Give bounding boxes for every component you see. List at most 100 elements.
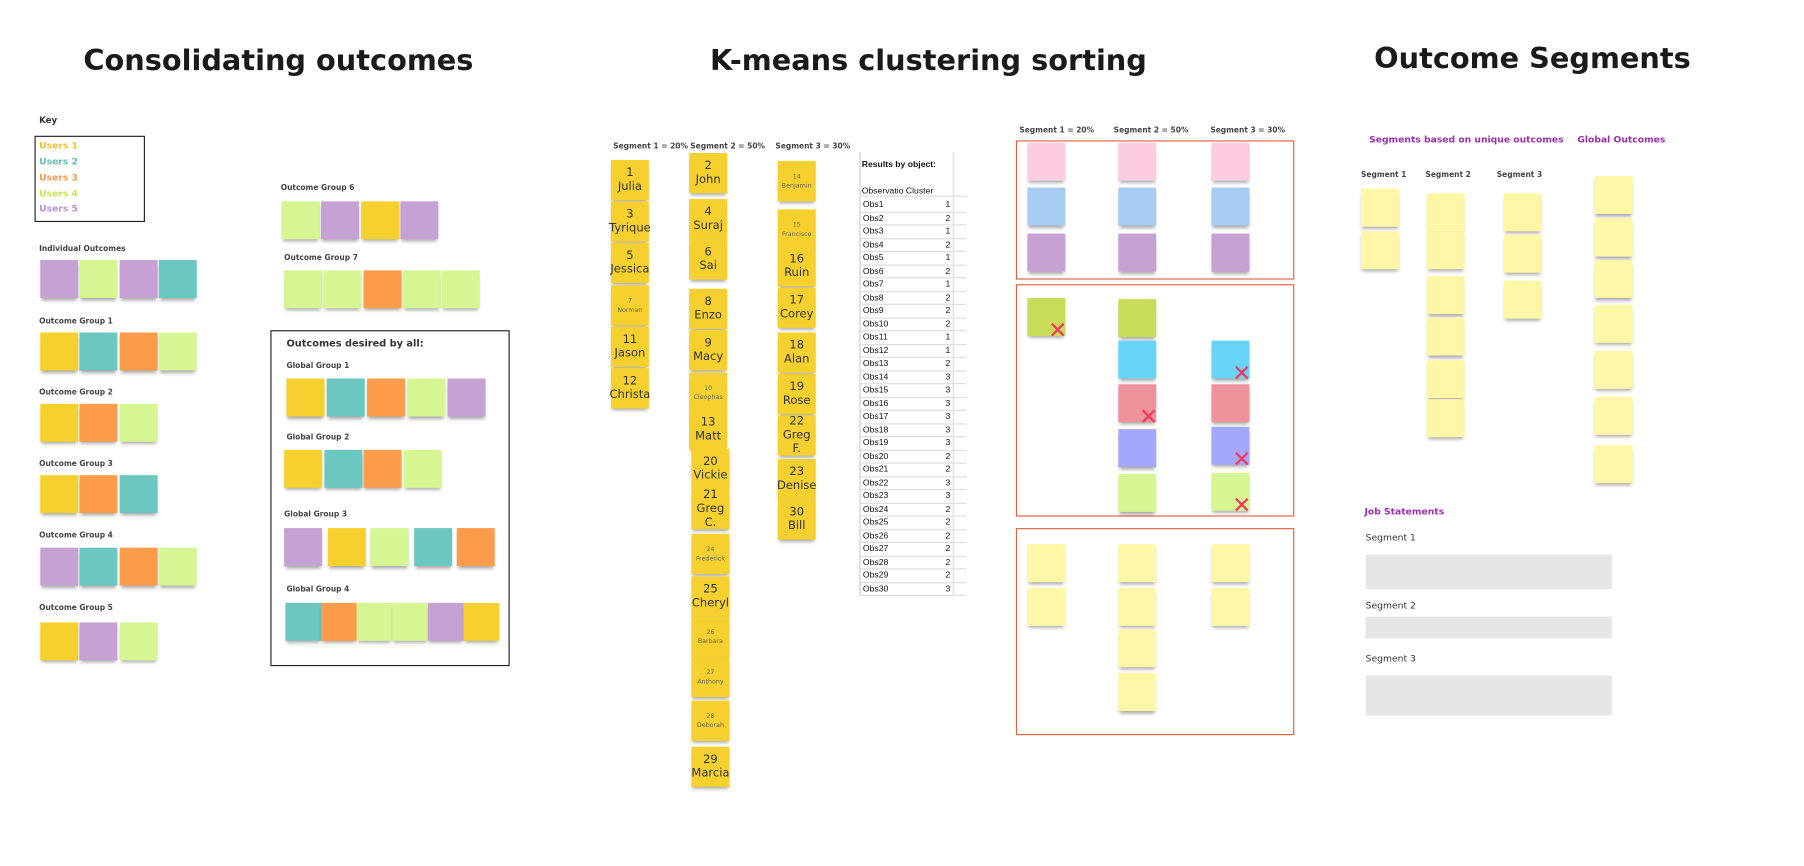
sticky-note-yellow[interactable] <box>463 602 500 641</box>
sticky-note-lime[interactable] <box>284 270 323 309</box>
sticky-note-pink[interactable] <box>1211 142 1250 181</box>
whiteboard-canvas[interactable]: Consolidating outcomes K-means clusterin… <box>0 0 1804 866</box>
person-sticky-denise[interactable]: 23 Denise <box>777 459 816 500</box>
sticky-note-orange[interactable] <box>79 475 118 514</box>
person-sticky-cleophas[interactable]: 10 Cleophas <box>689 372 728 414</box>
person-sticky-tyrique[interactable]: 3 Tyrique <box>609 201 651 242</box>
sticky-note-empty[interactable] <box>1426 317 1465 356</box>
global-outcome-sticky[interactable] <box>1594 176 1633 214</box>
person-sticky-corey[interactable]: 17 Corey <box>777 287 816 328</box>
person-sticky-julia[interactable]: 1 Julia <box>610 159 649 201</box>
sticky-note-yellow[interactable] <box>40 622 79 661</box>
person-sticky-deborah[interactable]: 28 Deborah <box>691 700 730 741</box>
sticky-note-blue[interactable] <box>1118 187 1157 226</box>
person-sticky-christa[interactable]: 12 Christa <box>609 368 650 409</box>
sticky-note-empty[interactable] <box>1361 231 1400 270</box>
sticky-note-yellow[interactable] <box>286 378 325 417</box>
person-sticky-macy[interactable]: 9 Macy <box>689 330 728 371</box>
sticky-note-lime[interactable] <box>392 602 428 641</box>
sticky-note-cyan[interactable] <box>1118 340 1157 379</box>
sticky-note-lime[interactable] <box>281 201 320 240</box>
sticky-note-empty[interactable] <box>1426 193 1465 232</box>
sticky-note-lime[interactable] <box>119 403 158 442</box>
global-outcome-sticky[interactable] <box>1594 260 1633 298</box>
sticky-note-periwinkle[interactable] <box>1118 429 1157 468</box>
job-statement-input[interactable] <box>1365 616 1612 639</box>
global-outcome-sticky[interactable] <box>1594 396 1633 435</box>
sticky-note-lime[interactable] <box>323 270 362 309</box>
sticky-note-orange[interactable] <box>363 270 402 309</box>
sticky-note-purple[interactable] <box>427 602 464 641</box>
sticky-note-teal[interactable] <box>285 602 321 641</box>
sticky-note-teal[interactable] <box>79 547 118 586</box>
person-sticky-barbara[interactable]: 26 Barbara <box>691 616 730 657</box>
sticky-note-lime[interactable] <box>119 622 158 661</box>
person-sticky-jason[interactable]: 11 Jason <box>610 326 649 368</box>
global-outcome-sticky[interactable] <box>1594 218 1633 257</box>
sticky-note-empty[interactable] <box>1361 188 1400 227</box>
sticky-note-yellow[interactable] <box>40 332 79 371</box>
sticky-note-purple[interactable] <box>400 201 439 240</box>
sticky-note-green[interactable] <box>1118 299 1157 338</box>
sticky-note-lightyellow[interactable] <box>1118 544 1157 583</box>
sticky-note-empty[interactable] <box>1426 360 1465 399</box>
person-sticky-gregc[interactable]: 21 Greg C. <box>691 488 730 530</box>
sticky-note-pink[interactable] <box>1118 142 1157 181</box>
person-sticky-matt[interactable]: 13 Matt <box>689 409 728 450</box>
sticky-note-orange[interactable] <box>367 378 405 417</box>
sticky-note-teal[interactable] <box>158 260 197 298</box>
sticky-note-purple[interactable] <box>40 260 79 298</box>
sticky-note-teal[interactable] <box>323 449 362 488</box>
sticky-note-lime[interactable] <box>79 260 118 298</box>
sticky-note-salmon[interactable] <box>1211 384 1250 423</box>
sticky-note-lime[interactable] <box>1118 474 1157 512</box>
sticky-note-purple[interactable] <box>447 378 486 417</box>
sticky-note-yellow[interactable] <box>40 475 79 514</box>
sticky-note-lime[interactable] <box>356 602 393 641</box>
sticky-note-lightyellow[interactable] <box>1211 587 1250 626</box>
sticky-note-orange[interactable] <box>119 547 158 586</box>
sticky-note-lime[interactable] <box>442 270 480 309</box>
sticky-note-orange[interactable] <box>363 449 402 488</box>
sticky-note-purple[interactable] <box>79 622 118 661</box>
sticky-note-yellow[interactable] <box>327 528 366 567</box>
sticky-note-lime[interactable] <box>407 378 446 417</box>
sticky-note-orange[interactable] <box>79 403 118 442</box>
sticky-note-orange[interactable] <box>119 332 158 371</box>
person-sticky-bill[interactable]: 30 Bill <box>777 499 816 540</box>
sticky-note-lightyellow[interactable] <box>1211 544 1250 583</box>
person-sticky-alan[interactable]: 18 Alan <box>777 332 816 373</box>
person-sticky-gregf[interactable]: 22 Greg F. <box>777 415 816 456</box>
sticky-note-empty[interactable] <box>1503 280 1542 319</box>
person-sticky-norman[interactable]: 7 Norman <box>610 285 649 326</box>
person-sticky-jessica[interactable]: 5 Jessica <box>610 242 649 284</box>
person-sticky-sai[interactable]: 6 Sai <box>689 239 728 280</box>
sticky-note-empty[interactable] <box>1426 231 1465 270</box>
person-sticky-benjamin[interactable]: 14 Benjamin <box>777 161 816 202</box>
person-sticky-enzo[interactable]: 8 Enzo <box>689 288 728 330</box>
person-sticky-john[interactable]: 2 John <box>689 153 728 194</box>
sticky-note-empty[interactable] <box>1503 193 1542 232</box>
person-sticky-frederick[interactable]: 24 Frederick <box>691 533 730 575</box>
person-sticky-vickie[interactable]: 20 Vickie <box>691 448 730 489</box>
sticky-note-yellow[interactable] <box>360 201 399 240</box>
person-sticky-marcia[interactable]: 29 Marcia <box>691 746 729 787</box>
sticky-note-purple[interactable] <box>284 528 323 567</box>
person-sticky-rose[interactable]: 19 Rose <box>777 373 816 415</box>
global-outcome-sticky[interactable] <box>1594 445 1633 484</box>
sticky-note-purple[interactable] <box>1211 233 1250 272</box>
sticky-note-lime[interactable] <box>403 449 442 488</box>
person-sticky-suraj[interactable]: 4 Suraj <box>689 199 728 240</box>
sticky-note-lightyellow[interactable] <box>1118 629 1157 668</box>
sticky-note-teal[interactable] <box>326 378 365 417</box>
sticky-note-purple[interactable] <box>1027 233 1066 272</box>
person-sticky-cheryl[interactable]: 25 Cheryl <box>691 576 730 617</box>
person-sticky-anthony[interactable]: 27 Anthony <box>691 656 730 698</box>
sticky-note-lightyellow[interactable] <box>1027 544 1066 583</box>
sticky-note-lime[interactable] <box>158 332 197 371</box>
global-outcome-sticky[interactable] <box>1594 350 1633 389</box>
sticky-note-blue[interactable] <box>1027 187 1066 226</box>
job-statement-input[interactable] <box>1365 675 1612 716</box>
sticky-note-lightyellow[interactable] <box>1118 673 1157 712</box>
sticky-note-orange[interactable] <box>456 528 495 567</box>
